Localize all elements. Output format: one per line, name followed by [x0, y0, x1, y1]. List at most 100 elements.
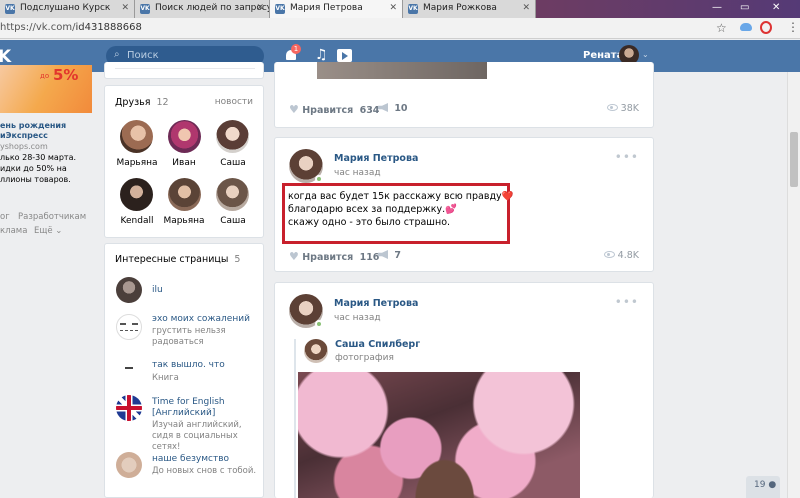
- views-counter: 38K: [606, 103, 639, 114]
- page-avatar[interactable]: [116, 314, 142, 340]
- interesting-pages-block: Интересные страницы 5 ilu эхо моих сожал…: [104, 243, 264, 498]
- footer-link-ads[interactable]: клама: [0, 226, 27, 236]
- online-indicator: [315, 175, 323, 183]
- extension-icon[interactable]: [760, 21, 772, 34]
- like-count: 634: [359, 105, 380, 116]
- page-title[interactable]: так вышло. что: [152, 360, 225, 370]
- page-avatar[interactable]: [116, 277, 142, 303]
- tab-label: Мария Петрова: [290, 3, 363, 13]
- post-menu-icon[interactable]: •••: [615, 295, 639, 309]
- friends-title[interactable]: Друзья 12: [115, 97, 169, 108]
- page-avatar[interactable]: [116, 355, 142, 381]
- share-icon: [378, 103, 388, 112]
- tab-podslushano[interactable]: VK Подслушано Курск ✕: [0, 0, 135, 18]
- friends-count: 12: [156, 97, 169, 108]
- close-tab-icon[interactable]: ✕: [522, 3, 530, 13]
- page-title[interactable]: наше безумство: [152, 454, 229, 464]
- repost-photo[interactable]: [298, 372, 580, 498]
- post-menu-icon[interactable]: •••: [615, 150, 639, 164]
- uk-flag-icon[interactable]: [116, 395, 142, 421]
- footer-link-blog[interactable]: ог: [0, 212, 10, 222]
- ad-title-line[interactable]: ень рождения: [0, 121, 66, 130]
- page-scrollbar[interactable]: [787, 72, 800, 498]
- post-time[interactable]: час назад: [334, 313, 381, 323]
- friend-avatar[interactable]: [168, 120, 201, 153]
- online-indicator: [315, 320, 323, 328]
- page-subtitle: грустить нельзя радоваться: [152, 326, 226, 347]
- page-title[interactable]: Time for English [Английский]: [152, 397, 252, 419]
- url-field[interactable]: https://vk.com/id431888668: [0, 22, 142, 33]
- cloud-extension-icon[interactable]: [740, 23, 752, 31]
- music-icon[interactable]: ♫: [315, 47, 328, 63]
- post-maria-text: Мария Петрова час назад ••• когда вас бу…: [274, 137, 654, 272]
- ad-title-line[interactable]: иЭкспресс: [0, 131, 48, 140]
- friend-avatar[interactable]: [120, 178, 153, 211]
- card-divider: [115, 68, 255, 69]
- close-tab-icon[interactable]: ✕: [256, 3, 264, 13]
- friend-name[interactable]: Марьяна: [159, 216, 209, 226]
- page-avatar[interactable]: [116, 452, 142, 478]
- friend-name[interactable]: Марьяна: [112, 158, 162, 168]
- friends-news-link[interactable]: новости: [215, 97, 253, 107]
- tab-maria-rozhkova[interactable]: VK Мария Рожкова ✕: [403, 0, 536, 18]
- chat-counter[interactable]: 19 ●: [746, 476, 780, 498]
- post-author-name[interactable]: Мария Петрова: [334, 153, 418, 164]
- friend-name[interactable]: Саша: [208, 158, 258, 168]
- notifications-bell-icon[interactable]: 1: [285, 44, 301, 62]
- address-bar[interactable]: https://vk.com/id431888668 ☆ ⋮: [0, 18, 800, 39]
- ad-domain: yshops.com: [0, 142, 48, 151]
- header-user-name[interactable]: Рената: [583, 50, 623, 61]
- views-count: 38K: [620, 103, 639, 114]
- post-author-name[interactable]: Мария Петрова: [334, 298, 418, 309]
- repost-avatar[interactable]: [304, 339, 328, 363]
- pages-title[interactable]: Интересные страницы 5: [115, 254, 240, 265]
- repost-author-name[interactable]: Саша Спилберг: [335, 339, 420, 350]
- friend-avatar[interactable]: [168, 178, 201, 211]
- page-title[interactable]: эхо моих сожалений: [152, 314, 250, 324]
- friend-avatar[interactable]: [216, 178, 249, 211]
- friends-block: Друзья 12 новости Марьяна Иван Саша Kend…: [104, 85, 264, 238]
- friends-title-text: Друзья: [115, 97, 151, 108]
- share-count: 7: [394, 250, 401, 261]
- tab-search-people[interactable]: VK Поиск людей по запросу ✕: [135, 0, 270, 18]
- friend-avatar[interactable]: [120, 120, 153, 153]
- friend-name[interactable]: Саша: [208, 216, 258, 226]
- friend-name[interactable]: Иван: [159, 158, 209, 168]
- share-button[interactable]: 10: [378, 103, 408, 114]
- close-tab-icon[interactable]: ✕: [121, 3, 129, 13]
- close-window-icon[interactable]: ✕: [772, 2, 780, 13]
- page-title[interactable]: ilu: [152, 285, 163, 295]
- footer-link-developers[interactable]: Разработчикам: [18, 212, 86, 222]
- url-path: id431888668: [75, 22, 142, 33]
- chevron-down-icon[interactable]: ⌄: [642, 50, 649, 59]
- post-text-line: благодарю всех за поддержку.💕: [288, 204, 457, 215]
- footer-link-more[interactable]: Ещё ⌄: [34, 226, 62, 236]
- previous-card-strip: [104, 62, 264, 79]
- scrollbar-thumb[interactable]: [790, 132, 798, 187]
- page-subtitle: Книга: [152, 373, 179, 383]
- like-count: 116: [359, 252, 380, 263]
- like-button[interactable]: ♥ Нравится 116: [289, 250, 379, 263]
- post-previous-image[interactable]: [317, 62, 487, 79]
- share-button[interactable]: 7: [378, 250, 401, 261]
- vk-logo[interactable]: K: [0, 47, 11, 67]
- post-text: когда вас будет 15к расскажу всю правду❤…: [288, 190, 514, 229]
- video-icon[interactable]: [337, 49, 352, 62]
- minimize-window-icon[interactable]: —: [712, 2, 722, 13]
- like-button[interactable]: ♥ Нравится 634: [289, 103, 379, 116]
- search-icon: ⌕: [114, 49, 120, 60]
- friend-avatar[interactable]: [216, 120, 249, 153]
- search-placeholder: Поиск: [127, 50, 159, 61]
- page-subtitle: До новых снов с тобой.: [152, 466, 257, 476]
- bookmark-star-icon[interactable]: ☆: [716, 21, 727, 35]
- views-counter: 4.8K: [603, 250, 639, 261]
- post-time[interactable]: час назад: [334, 168, 381, 178]
- close-tab-icon[interactable]: ✕: [389, 3, 397, 13]
- views-count: 4.8K: [617, 250, 639, 261]
- friend-name[interactable]: Kendall: [112, 216, 162, 226]
- browser-menu-icon[interactable]: ⋮: [787, 20, 799, 34]
- tab-maria-petrova[interactable]: VK Мария Петрова ✕: [270, 0, 403, 18]
- share-icon: [378, 250, 388, 259]
- heart-icon: ♥: [289, 250, 299, 263]
- maximize-window-icon[interactable]: ▭: [740, 2, 749, 13]
